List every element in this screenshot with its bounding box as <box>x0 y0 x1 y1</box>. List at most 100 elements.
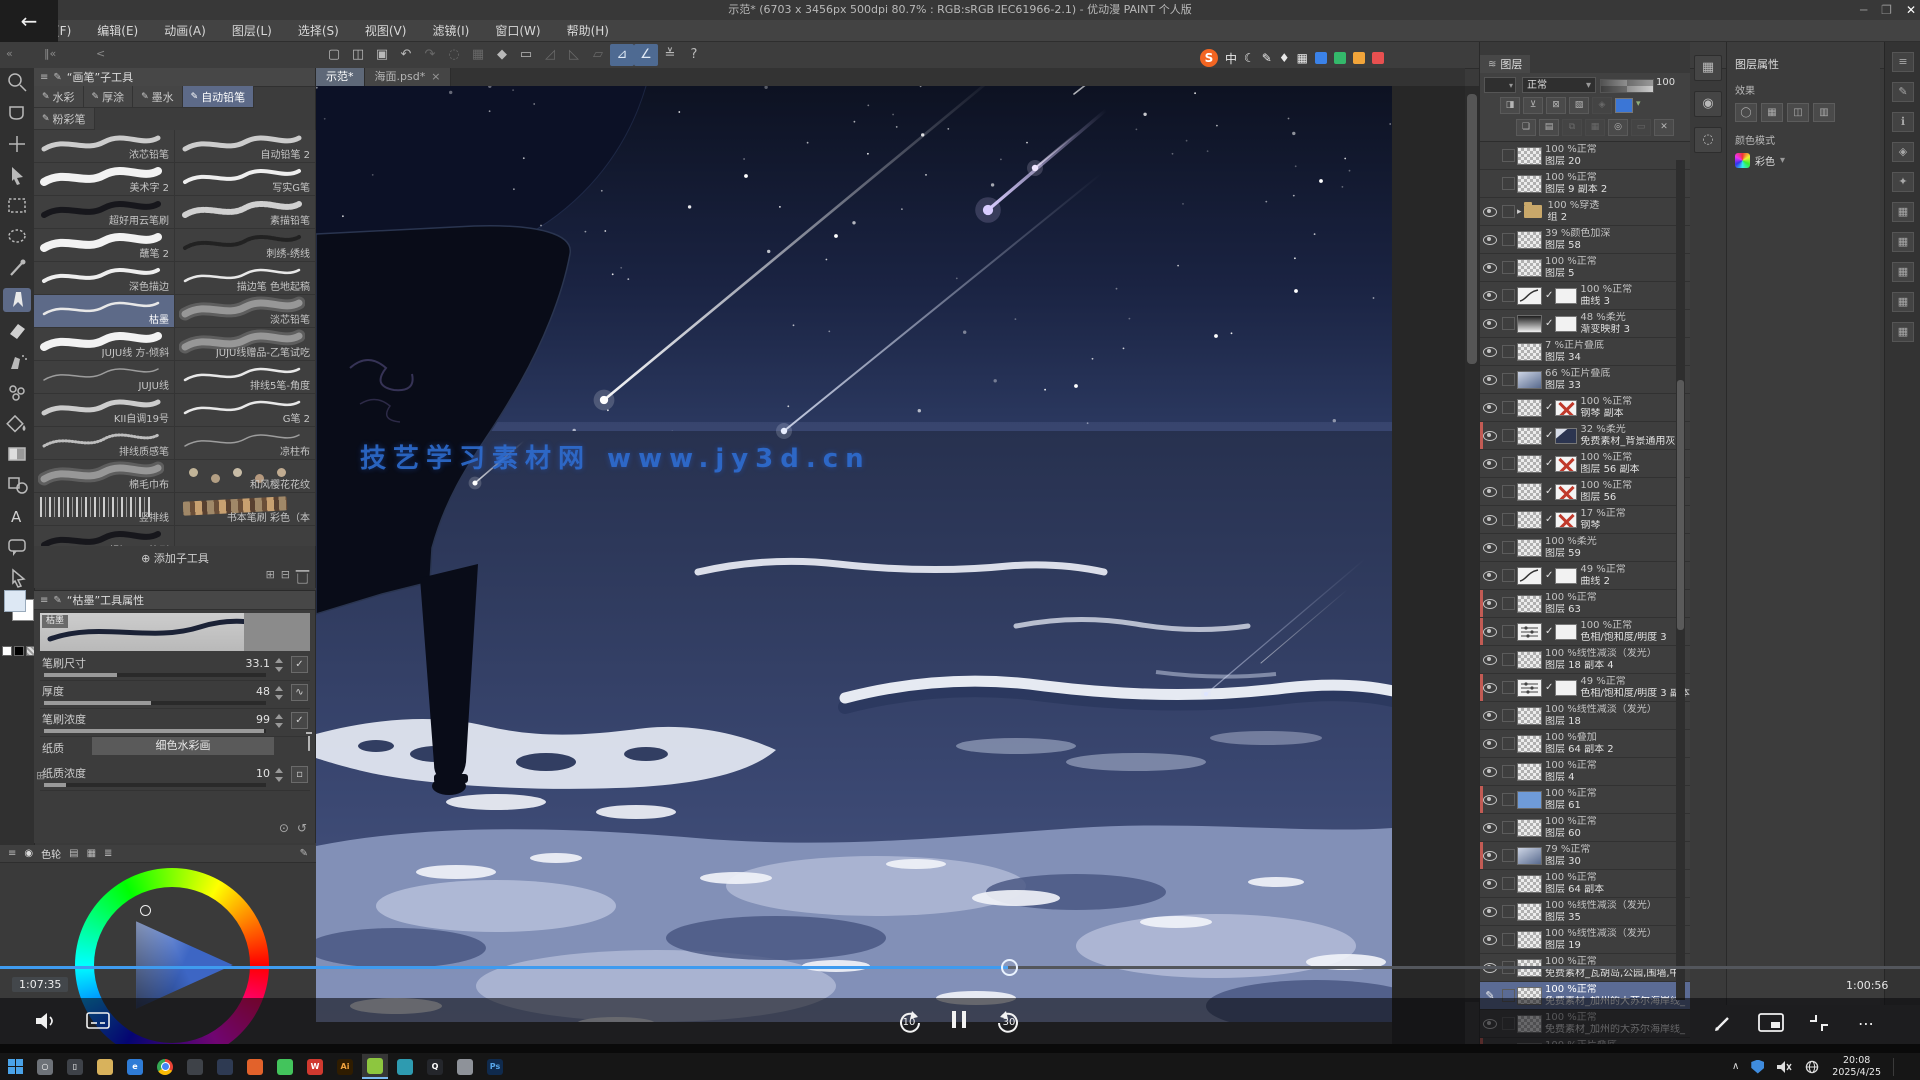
visibility-eye-icon[interactable] <box>1483 683 1497 693</box>
slider-option-box[interactable]: ▫ <box>291 766 308 783</box>
tool-eyedropper-icon[interactable] <box>11 260 26 276</box>
paper-delete-icon[interactable] <box>308 736 310 750</box>
layer-row-图层 20[interactable]: 100 %正常图层 20 <box>1480 142 1690 170</box>
close-button[interactable]: ✕ <box>1906 3 1916 17</box>
collapse-left-icon[interactable]: « <box>6 47 13 60</box>
subtool-tab-厚涂[interactable]: ✎厚涂 <box>84 86 134 108</box>
main-color-swatch[interactable] <box>4 590 26 612</box>
brush-浓芯铅笔[interactable]: 浓芯铅笔 <box>34 130 175 163</box>
taskbar-app-dark-1[interactable] <box>182 1054 208 1079</box>
menu-icon[interactable]: ≡ <box>40 595 48 606</box>
subtitle-icon[interactable] <box>86 1012 110 1033</box>
brush-刺绣-绣线[interactable]: 刺绣-绣线 <box>175 229 316 262</box>
video-progress-knob[interactable] <box>1001 959 1018 976</box>
visibility-eye-icon[interactable] <box>1483 711 1497 721</box>
expand-icon[interactable]: ⊞ <box>36 769 45 782</box>
subtool-tab-水彩[interactable]: ✎水彩 <box>34 86 84 108</box>
lock-alpha-icon[interactable]: ▧ <box>1569 97 1589 114</box>
brush-icon[interactable]: ✎ <box>1892 82 1914 102</box>
taskbar-clock[interactable]: 20:082025/4/25 <box>1832 1055 1881 1079</box>
taskbar-file-explorer[interactable] <box>92 1054 118 1079</box>
visibility-eye-icon[interactable] <box>1483 515 1497 525</box>
visibility-eye-icon[interactable] <box>1483 823 1497 833</box>
visibility-eye-icon[interactable] <box>1483 347 1497 357</box>
redo-icon[interactable]: ↷ <box>418 44 442 66</box>
visibility-eye-icon[interactable] <box>1483 459 1497 469</box>
visibility-eye-icon[interactable] <box>1483 207 1497 217</box>
brush-自动铅笔 2[interactable]: 自动铅笔 2 <box>175 130 316 163</box>
menu-1[interactable]: 编辑(E) <box>84 20 151 42</box>
layer-row-组 2[interactable]: ▸100 %穿透组 2 <box>1480 198 1690 226</box>
new-layer-icon[interactable]: ❏ <box>1516 119 1536 136</box>
layers-scrollbar[interactable] <box>1676 160 1685 1000</box>
color-circle-tab-icon[interactable]: ◉ <box>24 848 33 859</box>
layer-row-钢琴 副本[interactable]: ✓100 %正常钢琴 副本 <box>1480 394 1690 422</box>
taskbar-edge-browser[interactable]: e <box>122 1054 148 1079</box>
video-progress-bar[interactable] <box>0 966 1920 969</box>
info-icon[interactable]: ℹ <box>1892 112 1914 132</box>
taskbar-udm-paint[interactable] <box>362 1054 388 1079</box>
chevron-down-icon[interactable]: ▾ <box>1636 97 1641 114</box>
layer-row-钢琴[interactable]: ✓17 %正常钢琴 <box>1480 506 1690 534</box>
sv-cursor[interactable] <box>140 905 151 916</box>
doc-tab-海面.psd*[interactable]: 海面.psd*× <box>365 68 452 86</box>
layers-tab[interactable]: ≋图层 <box>1480 55 1530 73</box>
slider-纸质浓度[interactable]: 纸质浓度10▫ <box>40 763 310 791</box>
more-options-icon[interactable]: ⋯ <box>1858 1014 1876 1033</box>
brush-深色描边[interactable]: 深色描边 <box>34 262 175 295</box>
new-folder-icon[interactable]: ▤ <box>1539 119 1559 136</box>
colormode-select[interactable]: 彩色 ▾ <box>1735 153 1880 168</box>
brush-JUJU线 方-倾斜[interactable]: JUJU线 方-倾斜 <box>34 328 175 361</box>
tool-zoom-icon[interactable] <box>9 74 26 91</box>
moon-icon[interactable]: ☾ <box>1244 51 1255 65</box>
search-layer-icon[interactable]: ◌ <box>1694 127 1722 153</box>
layer-row-免费素材_背景通用灰色[interactable]: ✓32 %柔光免费素材_背景通用灰色 <box>1480 422 1690 450</box>
tool-property-header[interactable]: ≡ ✎ “枯墨”工具属性 <box>34 591 315 610</box>
visibility-eye-icon[interactable] <box>1483 487 1497 497</box>
visibility-eye-icon[interactable] <box>1483 599 1497 609</box>
triangle-a-icon[interactable]: ◿ <box>538 44 562 66</box>
mic-icon[interactable]: ♦ <box>1279 51 1290 65</box>
clip-layer-icon[interactable]: ◨ <box>1500 97 1520 114</box>
subtool-panel-header[interactable]: ≡ ✎ “画笔”子工具 <box>34 68 315 87</box>
visibility-eye-icon[interactable] <box>1483 795 1497 805</box>
tool-marquee-icon[interactable] <box>9 199 25 212</box>
reset-icon[interactable]: ↺ <box>297 821 307 835</box>
color-history-tab-icon[interactable]: ≣ <box>104 848 112 859</box>
snap-on-icon[interactable]: ⊿ <box>610 44 634 66</box>
layer-row-图层 9 副本 2[interactable]: 100 %正常图层 9 副本 2 <box>1480 170 1690 198</box>
minimize-button[interactable]: ─ <box>1860 3 1867 17</box>
merge-layer-icon[interactable]: ▦ <box>1585 119 1605 136</box>
extract-line-icon[interactable]: ◫ <box>1787 103 1809 122</box>
brush-超好用云笔刷[interactable]: 超好用云笔刷 <box>34 526 175 546</box>
subtool-tab-粉彩笔[interactable]: ✎粉彩笔 <box>34 108 95 130</box>
blend-mode-select[interactable]: 正常 <box>1522 77 1596 93</box>
add-subtool-button[interactable]: ⊕ 添加子工具 <box>34 550 316 570</box>
help-icon[interactable]: ? <box>682 44 706 66</box>
mini-palette[interactable] <box>2 646 36 656</box>
taskbar-app-green[interactable] <box>272 1054 298 1079</box>
tool-figure-icon[interactable] <box>9 478 27 493</box>
visibility-eye-icon[interactable] <box>1483 935 1497 945</box>
color-swatches[interactable] <box>3 588 33 644</box>
brush-描边笔 色地起稿[interactable]: 描边笔 色地起稿 <box>175 262 316 295</box>
triangle-b-icon[interactable]: ◺ <box>562 44 586 66</box>
layer-row-图层 56[interactable]: ✓100 %正常图层 56 <box>1480 478 1690 506</box>
brush-书本笔刷 彩色（本[interactable]: 书本笔刷 彩色（本 <box>175 493 316 526</box>
color-slider-tab-icon[interactable]: ▦ <box>87 848 96 859</box>
toolbox-green-icon[interactable] <box>1334 52 1346 64</box>
layer-row-图层 59[interactable]: 100 %柔光图层 59 <box>1480 534 1690 562</box>
slider-厚度[interactable]: 厚度48∿ <box>40 681 310 709</box>
mask-enable-icon[interactable]: ◈ <box>1592 97 1612 114</box>
visibility-eye-icon[interactable] <box>1483 571 1497 581</box>
brush-蘸笔 2[interactable]: 蘸笔 2 <box>34 229 175 262</box>
menu-7[interactable]: 窗口(W) <box>482 20 553 42</box>
visibility-eye-icon[interactable] <box>1483 291 1497 301</box>
ime-logo-icon[interactable]: S <box>1200 49 1218 67</box>
slider-笔刷浓度[interactable]: 笔刷浓度99✓ <box>40 709 310 737</box>
layer-row-色相/饱和度/明度 3 副本[interactable]: ✓49 %正常色相/饱和度/明度 3 副本 <box>1480 674 1690 702</box>
brush-排线5笔-角度[interactable]: 排线5笔-角度 <box>175 361 316 394</box>
panel-icon[interactable]: ▦ <box>1892 232 1914 252</box>
opacity-value[interactable]: 100 <box>1656 77 1675 88</box>
slider-笔刷尺寸[interactable]: 笔刷尺寸33.1✓ <box>40 653 310 681</box>
